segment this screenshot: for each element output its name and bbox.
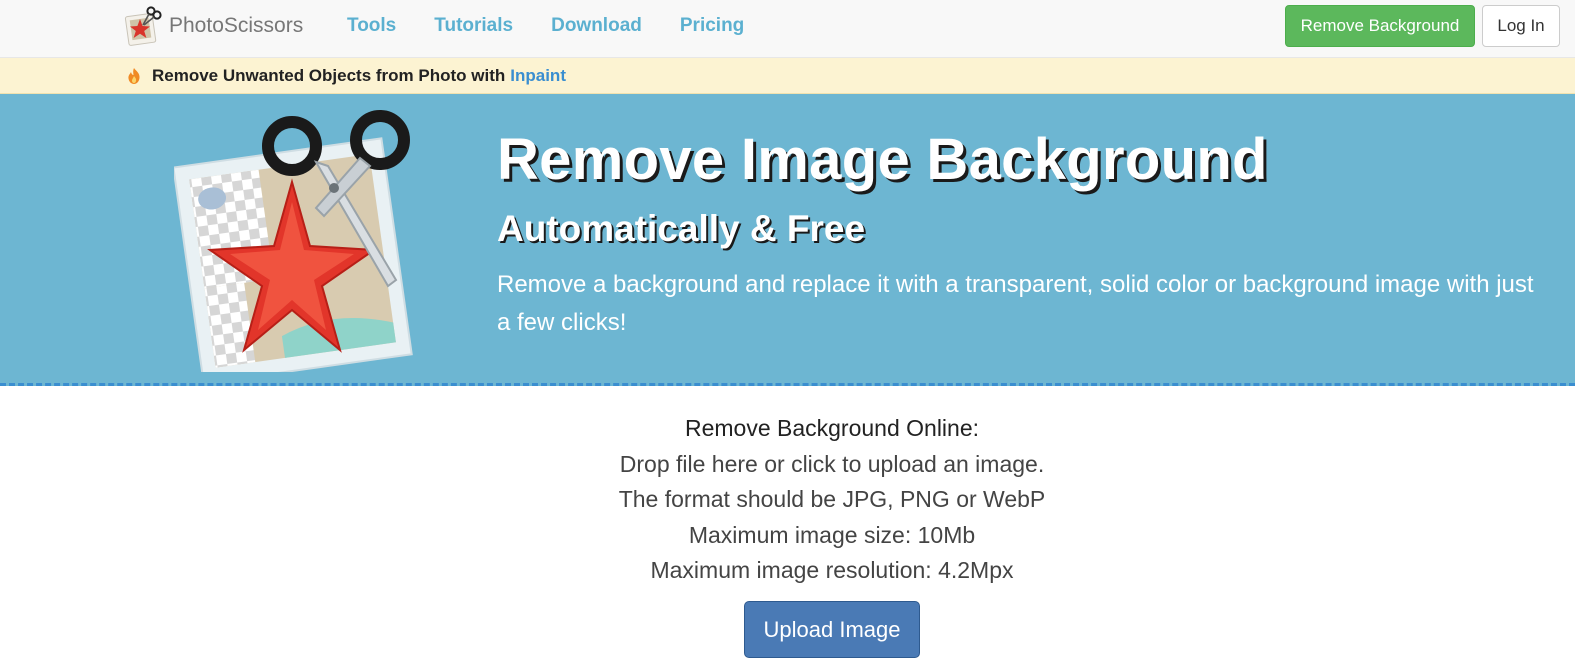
inpaint-link[interactable]: Inpaint — [510, 66, 566, 86]
brand-link[interactable]: PhotoScissors — [124, 4, 303, 48]
nav-link-tutorials[interactable]: Tutorials — [415, 15, 532, 37]
hero-section: Remove Image Background Automatically & … — [0, 94, 1575, 386]
brand-name: PhotoScissors — [169, 14, 304, 37]
upload-size-note: Maximum image size: 10Mb — [688, 522, 976, 548]
login-button[interactable]: Log In — [1482, 5, 1560, 47]
hero-subtitle: Automatically & Free — [497, 208, 866, 249]
upload-drop-zone[interactable]: Remove Background Online: Drop file here… — [0, 389, 1575, 664]
upload-resolution-note: Maximum image resolution: 4.2Mpx — [650, 557, 1014, 583]
nav-link-pricing[interactable]: Pricing — [661, 15, 763, 37]
upload-format-note: The format should be JPG, PNG or WebP — [618, 486, 1046, 512]
promo-text: Remove Unwanted Objects from Photo with — [152, 65, 506, 85]
top-navbar: PhotoScissors Tools Tutorials Download P… — [0, 0, 1575, 58]
nav-link-download[interactable]: Download — [532, 15, 661, 37]
upload-instruction: Drop file here or click to upload an ima… — [619, 451, 1045, 477]
upload-image-button[interactable]: Upload Image — [744, 601, 920, 658]
promo-content: Remove Unwanted Objects from Photo with … — [126, 58, 566, 93]
main-nav: Tools Tutorials Download Pricing — [328, 0, 763, 52]
starfish-photo-with-scissors-icon — [172, 104, 419, 385]
nav-link-tools[interactable]: Tools — [328, 15, 415, 37]
remove-background-button[interactable]: Remove Background — [1285, 5, 1475, 47]
upload-heading: Remove Background Online: — [684, 415, 980, 441]
hero-title: Remove Image Background — [497, 127, 1268, 192]
flame-icon — [126, 67, 142, 85]
hero-description: Remove a background and replace it with … — [497, 271, 1534, 336]
photo-scissors-logo-icon — [124, 6, 162, 46]
promo-banner: Remove Unwanted Objects from Photo with … — [0, 58, 1575, 94]
